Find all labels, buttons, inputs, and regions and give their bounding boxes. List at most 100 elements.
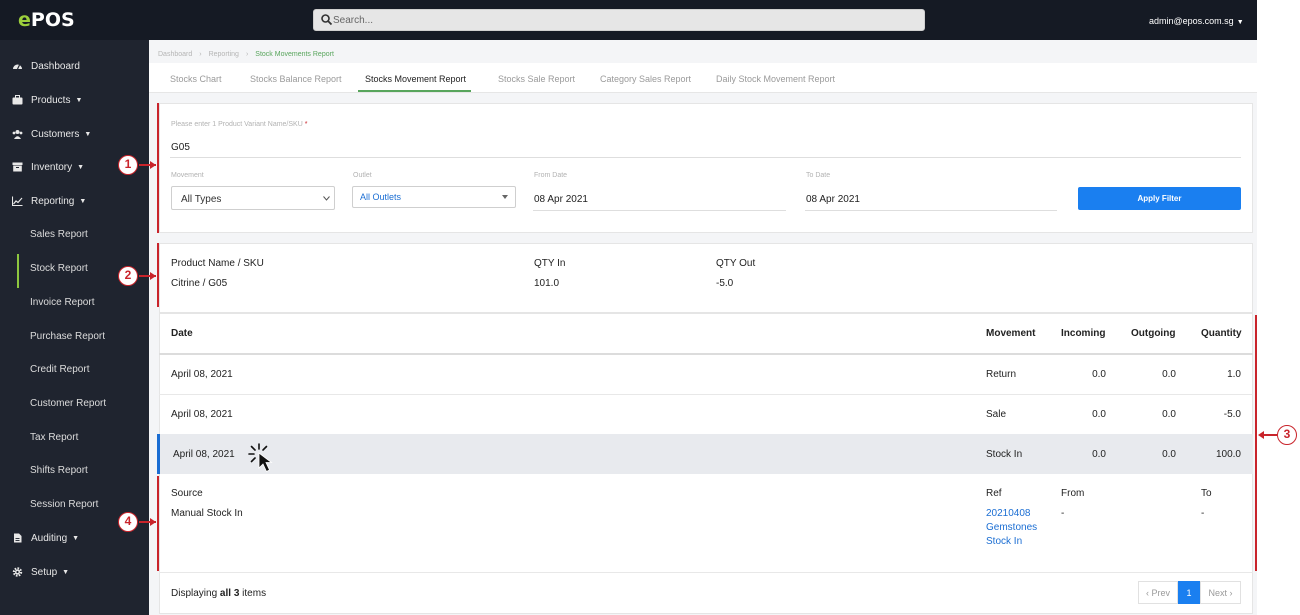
row-2-outgoing: 0.0 bbox=[1162, 409, 1176, 420]
line-chart-icon bbox=[12, 196, 23, 206]
tab-stocks-chart[interactable]: Stocks Chart bbox=[170, 74, 222, 84]
row-2-incoming: 0.0 bbox=[1092, 409, 1106, 420]
search-input[interactable]: Search... bbox=[313, 9, 925, 31]
breadcrumb-dashboard[interactable]: Dashboard bbox=[158, 51, 192, 58]
summary-qty-in: 101.0 bbox=[534, 278, 560, 289]
movement-select[interactable]: All Types bbox=[171, 186, 335, 210]
summary-qty-out: -5.0 bbox=[716, 278, 734, 289]
sidebar-item-invoice-report[interactable]: Invoice Report bbox=[0, 291, 149, 315]
row-1-quantity: 1.0 bbox=[1227, 369, 1241, 380]
product-search-input[interactable]: G05 bbox=[171, 142, 190, 153]
row-2-date[interactable]: April 08, 2021 bbox=[171, 409, 233, 420]
sidebar-item-products[interactable]: Products ▼ bbox=[0, 90, 149, 110]
detail-source-value: Manual Stock In bbox=[171, 508, 243, 519]
pagination-prev-button[interactable]: ‹ Prev bbox=[1138, 581, 1178, 604]
sidebar-item-reporting[interactable]: Reporting ▼ bbox=[0, 191, 149, 211]
product-search-underline bbox=[170, 157, 1241, 158]
page-margin bbox=[1257, 0, 1300, 615]
row-divider bbox=[159, 394, 1253, 395]
chevron-down-icon bbox=[323, 196, 330, 201]
gear-icon bbox=[12, 567, 23, 577]
sidebar-item-credit-report[interactable]: Credit Report bbox=[0, 358, 149, 382]
column-header-date[interactable]: Date bbox=[171, 328, 193, 339]
column-header-movement[interactable]: Movement bbox=[986, 328, 1035, 339]
row-1-outgoing: 0.0 bbox=[1162, 369, 1176, 380]
to-date-input[interactable]: 08 Apr 2021 bbox=[806, 194, 860, 205]
click-cursor-icon bbox=[248, 443, 273, 473]
from-date-label: From Date bbox=[534, 172, 568, 179]
tab-category-sales-report[interactable]: Category Sales Report bbox=[600, 74, 691, 84]
from-date-underline bbox=[533, 210, 786, 211]
users-icon bbox=[12, 130, 23, 139]
selected-row-indicator bbox=[157, 434, 160, 474]
callout-2: 2 bbox=[118, 266, 138, 286]
archive-icon bbox=[12, 162, 23, 172]
pagination-page-1[interactable]: 1 bbox=[1178, 581, 1200, 604]
tab-daily-stock-movement-report[interactable]: Daily Stock Movement Report bbox=[716, 74, 835, 84]
row-1-movement: Return bbox=[986, 369, 1017, 380]
arrow-left-icon bbox=[1258, 431, 1264, 439]
sidebar-item-setup[interactable]: Setup ▼ bbox=[0, 562, 149, 582]
user-menu[interactable]: admin@epos.com.sg ▼ bbox=[1149, 16, 1244, 26]
row-3-movement: Stock In bbox=[986, 449, 1023, 460]
sidebar-item-sales-report[interactable]: Sales Report bbox=[0, 223, 149, 247]
document-icon bbox=[14, 533, 22, 543]
caret-down-icon bbox=[502, 195, 508, 199]
to-date-label: To Date bbox=[806, 172, 831, 179]
row-3-date[interactable]: April 08, 2021 bbox=[173, 449, 235, 460]
column-header-quantity[interactable]: Quantity bbox=[1201, 328, 1242, 339]
epos-logo[interactable]: ePOS bbox=[18, 9, 75, 31]
tab-stocks-balance-report[interactable]: Stocks Balance Report bbox=[250, 74, 342, 84]
top-navbar: ePOS Search... admin@epos.com.sg ▼ bbox=[0, 0, 1257, 40]
sidebar-item-customer-report[interactable]: Customer Report bbox=[0, 392, 149, 416]
column-header-incoming[interactable]: Incoming bbox=[1061, 328, 1105, 339]
chevron-down-icon: ▼ bbox=[1236, 19, 1244, 26]
dashboard-icon bbox=[13, 64, 22, 70]
movement-label: Movement bbox=[171, 172, 204, 179]
row-3-outgoing: 0.0 bbox=[1162, 449, 1176, 460]
breadcrumb-current: Stock Movements Report bbox=[255, 51, 334, 58]
movement-select-value: All Types bbox=[181, 194, 222, 205]
filter-panel bbox=[159, 103, 1253, 233]
row-1-incoming: 0.0 bbox=[1092, 369, 1106, 380]
row-2-quantity: -5.0 bbox=[1223, 409, 1241, 420]
sidebar-item-tax-report[interactable]: Tax Report bbox=[0, 426, 149, 450]
arrow-right-icon bbox=[150, 272, 156, 280]
chevron-down-icon: ▼ bbox=[77, 164, 85, 171]
report-tabs: Stocks Chart Stocks Balance Report Stock… bbox=[149, 63, 1257, 93]
product-search-label: Please enter 1 Product Variant Name/SKU … bbox=[171, 121, 308, 128]
row-1-date[interactable]: April 08, 2021 bbox=[171, 369, 233, 380]
sidebar-item-purchase-report[interactable]: Purchase Report bbox=[0, 325, 149, 349]
to-date-underline bbox=[805, 210, 1057, 211]
annotation-bar-2 bbox=[157, 243, 159, 307]
row-2-movement: Sale bbox=[986, 409, 1007, 420]
sidebar-item-dashboard[interactable]: Dashboard bbox=[0, 56, 149, 76]
summary-product: Citrine / G05 bbox=[171, 278, 228, 289]
sidebar-item-shifts-report[interactable]: Shifts Report bbox=[0, 459, 149, 483]
from-date-input[interactable]: 08 Apr 2021 bbox=[534, 194, 588, 205]
detail-from-label: From bbox=[1061, 488, 1085, 499]
summary-header-product: Product Name / SKU bbox=[171, 258, 264, 269]
pagination-next-button[interactable]: Next › bbox=[1200, 581, 1241, 604]
briefcase-icon bbox=[12, 95, 23, 105]
annotation-bar-3 bbox=[1255, 315, 1257, 571]
callout-1: 1 bbox=[118, 155, 138, 175]
detail-ref-link[interactable]: 20210408 Gemstones Stock In bbox=[986, 508, 1037, 547]
sidebar-item-customers[interactable]: Customers ▼ bbox=[0, 124, 149, 144]
detail-from-value: - bbox=[1061, 508, 1065, 519]
search-icon bbox=[321, 14, 333, 26]
annotation-bar-4 bbox=[157, 476, 159, 571]
tab-stocks-sale-report[interactable]: Stocks Sale Report bbox=[498, 74, 575, 84]
summary-header-qty-out: QTY Out bbox=[716, 258, 756, 269]
outlet-select-value: All Outlets bbox=[360, 192, 402, 202]
table-header-divider bbox=[159, 353, 1253, 355]
column-header-outgoing[interactable]: Outgoing bbox=[1131, 328, 1175, 339]
summary-panel bbox=[159, 243, 1253, 313]
row-3-quantity: 100.0 bbox=[1215, 449, 1241, 460]
apply-filter-button[interactable]: Apply Filter bbox=[1078, 187, 1241, 210]
chevron-down-icon: ▼ bbox=[84, 131, 92, 138]
tab-stocks-movement-report[interactable]: Stocks Movement Report bbox=[365, 74, 466, 84]
breadcrumb-reporting[interactable]: Reporting bbox=[209, 51, 239, 58]
outlet-select[interactable]: All Outlets bbox=[352, 186, 516, 208]
chevron-down-icon: ▼ bbox=[62, 569, 70, 576]
